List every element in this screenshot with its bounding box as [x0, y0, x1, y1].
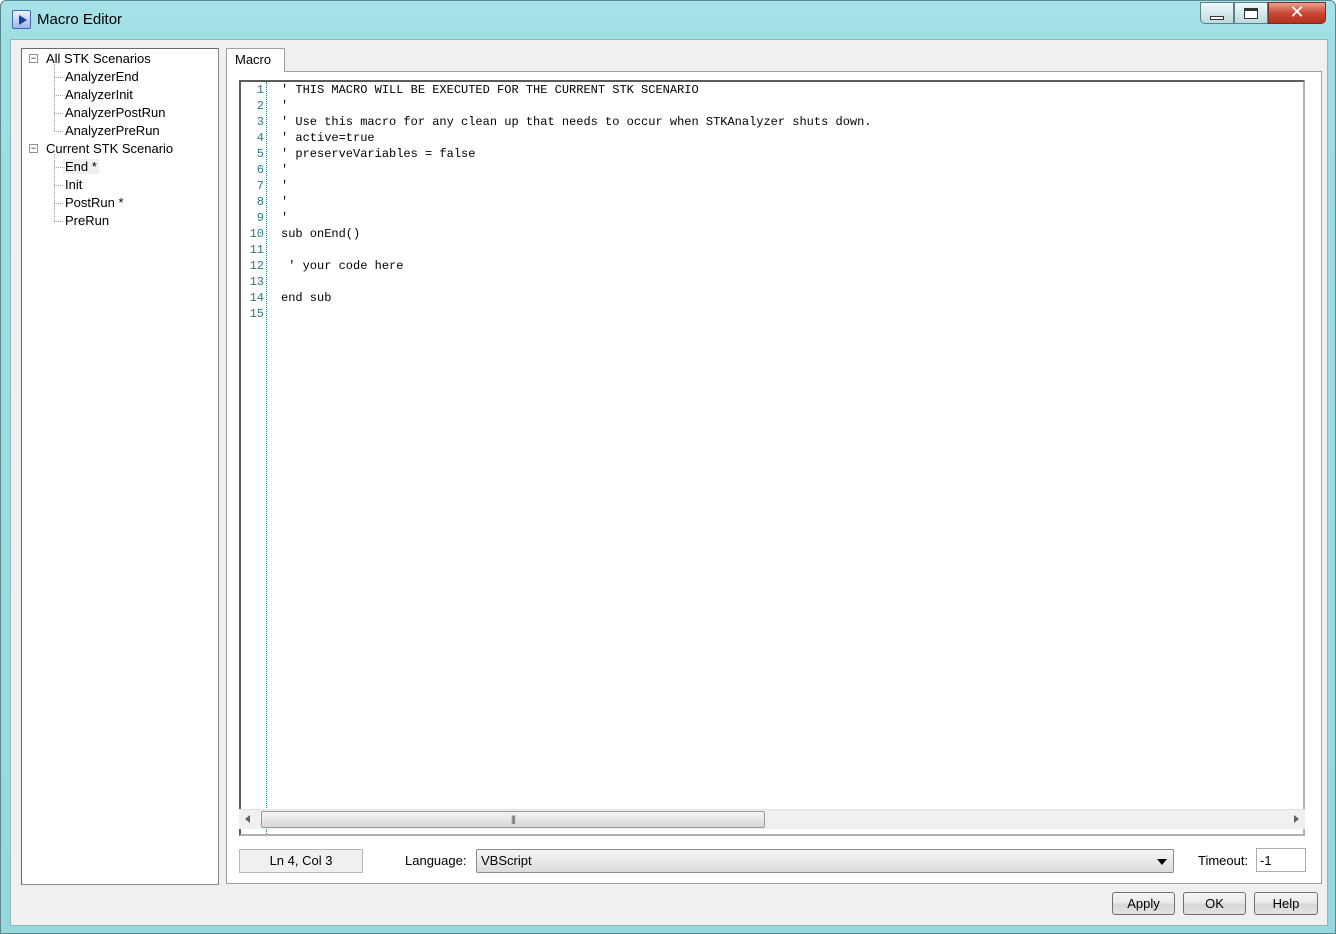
line-number: 7 [256, 179, 264, 193]
code-line[interactable]: end sub [281, 290, 331, 306]
minimize-icon [1210, 15, 1224, 20]
line-number-gutter: 1 2 3 4 5 6 7 8 9 10 11 12 13 14 15 [241, 82, 267, 834]
code-line[interactable]: ' [281, 210, 288, 226]
maximize-icon [1244, 7, 1258, 19]
line-number: 14 [249, 291, 264, 305]
line-number: 1 [256, 83, 264, 97]
close-button[interactable]: ✕ [1268, 2, 1326, 24]
tree-connector [54, 167, 63, 168]
timeout-label: Timeout: [1198, 853, 1249, 868]
code-line[interactable]: ' [281, 162, 288, 178]
tree-item[interactable]: AnalyzerPostRun [63, 104, 167, 122]
tree-group-label: All STK Scenarios [46, 51, 151, 66]
close-icon: ✕ [1289, 2, 1305, 23]
scroll-thumb[interactable]: ||| [261, 811, 765, 828]
tree-item[interactable]: Init [63, 176, 84, 194]
ok-button[interactable]: OK [1183, 892, 1246, 915]
language-label: Language: [405, 853, 467, 868]
code-line[interactable]: ' [281, 98, 288, 114]
tree-item-label: End * [63, 159, 99, 174]
tree-item-label: AnalyzerEnd [65, 69, 139, 84]
tree-item[interactable]: AnalyzerPreRun [63, 122, 162, 140]
chevron-down-icon [1157, 859, 1167, 865]
tree-item[interactable]: End * [63, 158, 99, 176]
scroll-right-icon[interactable] [1294, 815, 1299, 823]
code-line[interactable]: ' Use this macro for any clean up that n… [281, 114, 872, 130]
tree-connector [54, 185, 63, 186]
tree-item-label: AnalyzerPreRun [65, 123, 160, 138]
scroll-left-icon[interactable] [245, 815, 250, 823]
dialog-client-area: − All STK Scenarios AnalyzerEnd AnalyzerIni… [10, 39, 1328, 926]
tree-group-label: Current STK Scenario [46, 141, 174, 156]
code-line[interactable]: ' active=true [281, 130, 375, 146]
tree-item[interactable]: PostRun * [63, 194, 126, 212]
tree-connector [54, 64, 55, 131]
apply-button[interactable]: Apply [1112, 892, 1175, 915]
tree-connector [54, 154, 55, 221]
tree-item[interactable]: PreRun [63, 212, 111, 230]
code-line[interactable]: ' [281, 194, 288, 210]
tree-connector [54, 77, 63, 78]
code-line[interactable]: ' THIS MACRO WILL BE EXECUTED FOR THE CU… [281, 82, 699, 98]
horizontal-scrollbar[interactable]: ||| [239, 809, 1305, 829]
minimize-button[interactable] [1200, 2, 1234, 24]
tree-connector [54, 113, 63, 114]
code-line[interactable]: ' [281, 178, 288, 194]
cursor-position-status: Ln 4, Col 3 [239, 849, 363, 873]
macro-tab-panel: 1 2 3 4 5 6 7 8 9 10 11 12 13 14 15 ' THIS MACRO WILL … [226, 71, 1322, 884]
line-number: 12 [249, 259, 264, 273]
language-select-value: VBScript [481, 853, 532, 868]
tab-macro[interactable]: Macro [226, 48, 285, 72]
window-title: Macro Editor [37, 11, 123, 28]
tree-item-label: Init [65, 177, 83, 192]
line-number: 3 [256, 115, 264, 129]
line-number: 15 [249, 307, 264, 321]
app-icon [12, 10, 31, 29]
language-select[interactable]: VBScript [476, 849, 1174, 873]
line-number: 10 [249, 227, 264, 241]
tab-macro-label: Macro [235, 52, 272, 67]
line-number: 2 [256, 99, 264, 113]
line-number: 8 [256, 195, 264, 209]
line-number: 4 [256, 131, 264, 145]
tree-item-label: AnalyzerInit [65, 87, 133, 102]
line-number: 5 [256, 147, 264, 161]
line-number: 11 [249, 243, 264, 257]
tree-group-node[interactable]: Current STK Scenario [44, 140, 175, 158]
title-bar[interactable]: Macro Editor ✕ [1, 1, 1335, 39]
maximize-button[interactable] [1234, 2, 1268, 24]
collapse-icon[interactable]: − [29, 144, 38, 153]
line-number: 9 [256, 211, 264, 225]
code-line[interactable]: ' your code here [281, 258, 403, 274]
code-line[interactable]: ' preserveVariables = false [281, 146, 475, 162]
tree-item[interactable]: AnalyzerEnd [63, 68, 141, 86]
tree-item-label: PreRun [65, 213, 110, 228]
macro-tree-view[interactable]: − All STK Scenarios AnalyzerEnd AnalyzerIni… [21, 48, 219, 885]
tree-item[interactable]: AnalyzerInit [63, 86, 135, 104]
line-number: 13 [249, 275, 264, 289]
tree-connector [54, 203, 63, 204]
tree-item-label: PostRun * [65, 195, 124, 210]
tree-group-node[interactable]: All STK Scenarios [44, 50, 153, 68]
timeout-input[interactable] [1256, 848, 1306, 872]
tree-item-label: AnalyzerPostRun [65, 105, 166, 120]
code-line[interactable]: sub onEnd() [281, 226, 360, 242]
macro-editor-window: Macro Editor ✕ − All STK Scenarios Analyze… [0, 0, 1336, 934]
code-editor[interactable]: 1 2 3 4 5 6 7 8 9 10 11 12 13 14 15 ' THIS MACRO WILL … [239, 80, 1305, 836]
tree-connector [54, 221, 63, 222]
collapse-icon[interactable]: − [29, 54, 38, 63]
tree-connector [54, 131, 63, 132]
line-number: 6 [256, 163, 264, 177]
tree-connector [54, 95, 63, 96]
help-button[interactable]: Help [1254, 892, 1318, 915]
